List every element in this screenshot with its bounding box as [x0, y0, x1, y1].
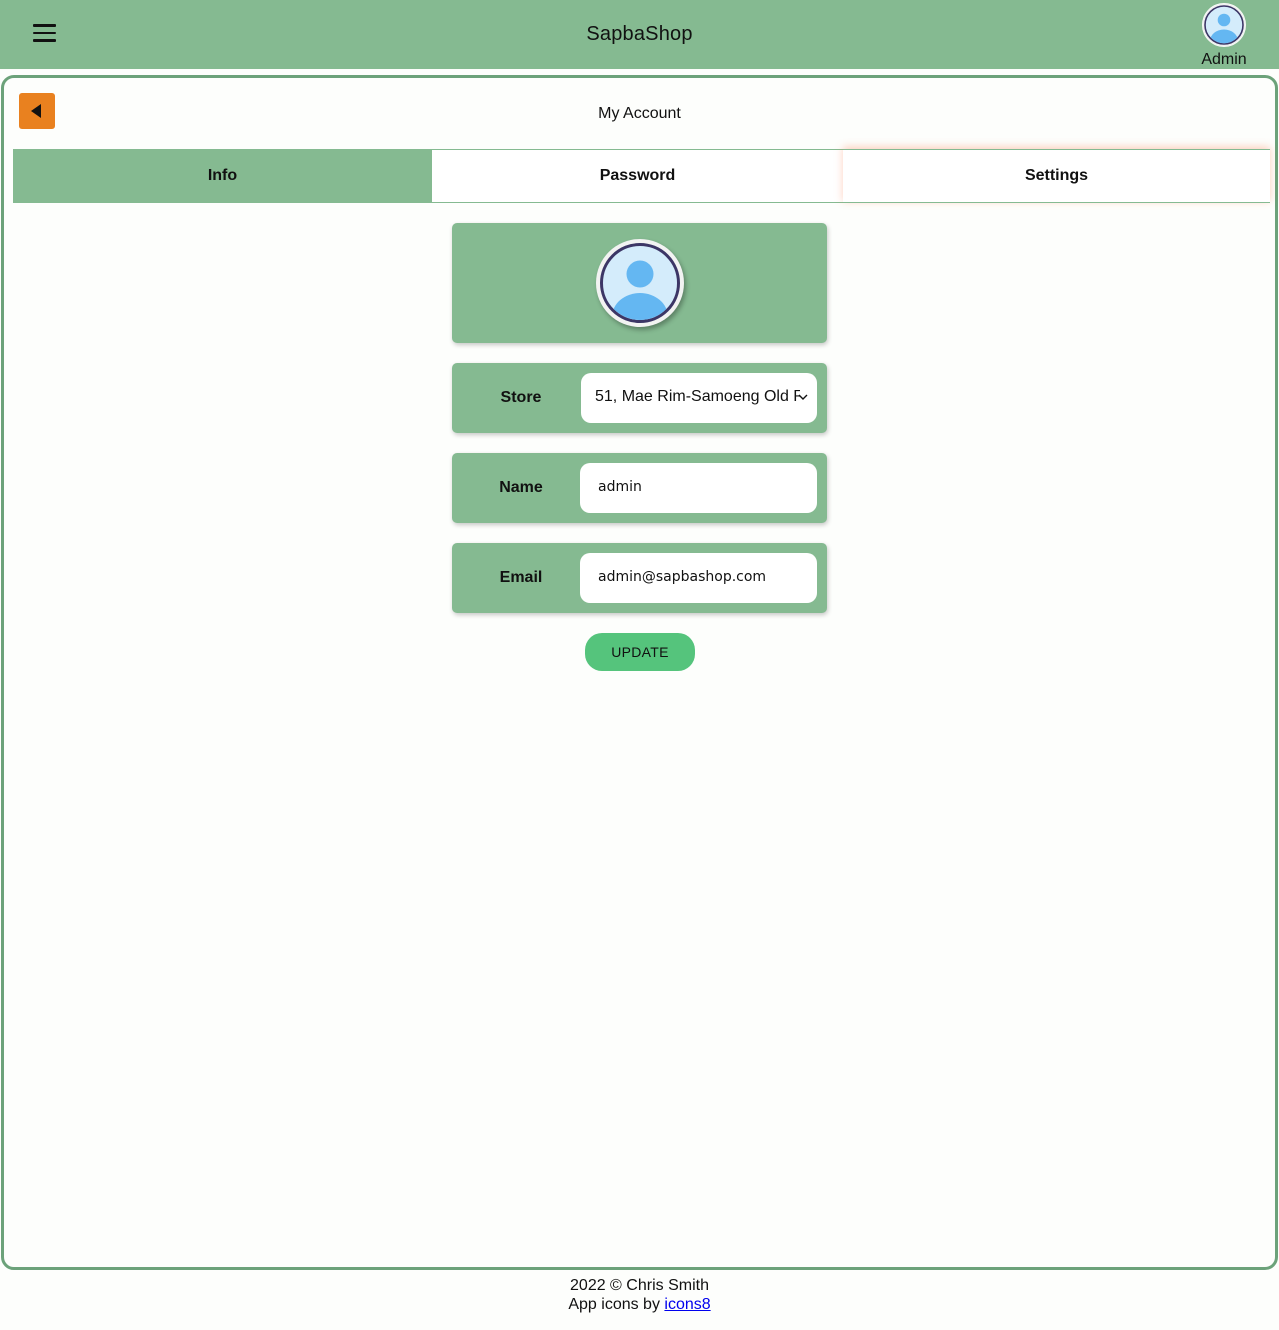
tab-password[interactable]: Password — [432, 149, 843, 203]
name-input[interactable]: admin — [580, 463, 817, 513]
page-title: My Account — [598, 105, 681, 122]
update-button[interactable]: UPDATE — [585, 633, 695, 671]
user-name: Admin — [1201, 51, 1247, 68]
profile-avatar-panel — [452, 223, 827, 343]
email-input[interactable]: admin@sapbashop.com — [580, 553, 817, 603]
profile-avatar-icon[interactable] — [596, 239, 684, 327]
chevron-down-icon — [798, 394, 808, 400]
user-avatar-icon — [1202, 3, 1246, 47]
store-row: Store 51, Mae Rim-Samoeng Old R — [452, 363, 827, 433]
store-label: Store — [500, 389, 542, 406]
email-row: Email admin@sapbashop.com — [452, 543, 827, 613]
email-input-value: admin@sapbashop.com — [598, 569, 767, 585]
footer-credits-text: App icons by — [568, 1296, 665, 1313]
store-select-value: 51, Mae Rim-Samoeng Old R — [595, 388, 800, 405]
name-label: Name — [499, 479, 543, 496]
footer: 2022 © Chris Smith App icons by icons8 — [0, 1276, 1279, 1314]
icons8-link[interactable]: icons8 — [664, 1296, 710, 1313]
footer-credits: App icons by icons8 — [0, 1295, 1279, 1314]
email-label: Email — [499, 569, 543, 586]
name-input-value: admin — [598, 479, 642, 495]
name-row: Name admin — [452, 453, 827, 523]
user-menu[interactable]: Admin — [1196, 2, 1252, 68]
top-bar: SapbaShop Admin — [0, 0, 1279, 69]
footer-copyright: 2022 © Chris Smith — [570, 1277, 709, 1294]
tab-settings[interactable]: Settings — [843, 149, 1270, 203]
app-title: SapbaShop — [586, 23, 693, 45]
store-select[interactable]: 51, Mae Rim-Samoeng Old R — [581, 373, 817, 423]
tab-info[interactable]: Info — [13, 149, 432, 203]
